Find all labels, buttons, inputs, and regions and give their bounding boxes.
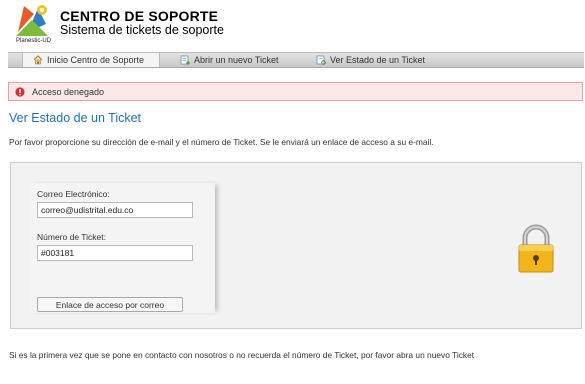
nav-item-label: Abrir un nuevo Ticket	[194, 55, 279, 65]
email-label: Correo Electrónico:	[37, 189, 110, 199]
ticket-number-field[interactable]	[37, 245, 193, 261]
main-nav: Inicio Centro de Soporte Abrir un nuevo …	[8, 52, 584, 68]
site-header: Planestic-UD CENTRO DE SOPORTE Sistema d…	[0, 0, 585, 52]
nav-item-new-ticket[interactable]: Abrir un nuevo Ticket	[180, 53, 279, 67]
padlock-icon	[518, 224, 554, 273]
error-icon	[15, 86, 25, 97]
ticket-number-label: Número de Ticket:	[37, 232, 106, 242]
nav-item-home[interactable]: Inicio Centro de Soporte	[22, 53, 160, 67]
ticket-status-form: Correo Electrónico: Número de Ticket: En…	[29, 183, 215, 313]
nav-item-label: Ver Estado de un Ticket	[330, 55, 426, 65]
alert-text: Acceso denegado	[32, 86, 105, 97]
nav-item-label: Inicio Centro de Soporte	[47, 55, 145, 65]
form-panel: Correo Electrónico: Número de Ticket: En…	[10, 162, 582, 329]
new-ticket-icon	[180, 55, 190, 65]
email-field[interactable]	[37, 202, 193, 218]
send-access-link-button[interactable]: Enlace de acceso por correo	[37, 297, 183, 312]
brand-title: CENTRO DE SOPORTE	[60, 8, 219, 24]
nav-item-ticket-status[interactable]: Ver Estado de un Ticket	[316, 53, 425, 67]
page-title: Ver Estado de un Ticket	[9, 111, 142, 125]
planestic-logo-icon[interactable]	[14, 2, 50, 38]
logo-caption: Planestic-UD	[16, 38, 52, 44]
brand-subtitle: Sistema de tickets de soporte	[60, 23, 224, 37]
home-icon	[33, 55, 43, 65]
error-alert: Acceso denegado	[8, 82, 583, 101]
ticket-status-icon	[316, 55, 326, 65]
footer-help-text: Si es la primera vez que se pone en cont…	[9, 350, 475, 360]
intro-text: Por favor proporcione su dirección de e-…	[9, 137, 434, 147]
